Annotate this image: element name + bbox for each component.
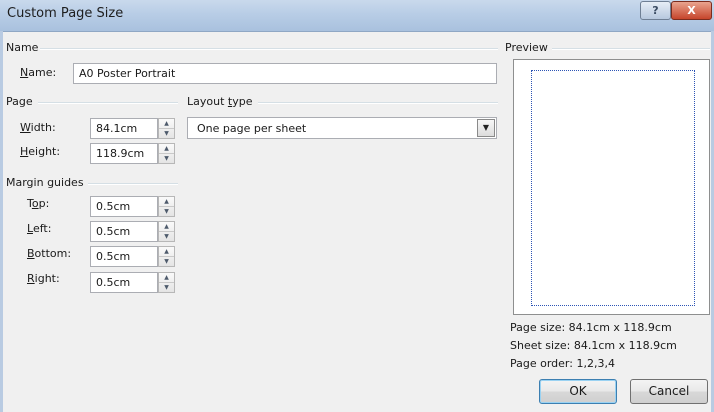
height-input[interactable]: 118.9cm	[90, 143, 158, 164]
spin-up-icon[interactable]: ▲	[159, 144, 174, 154]
layout-group-divider	[258, 102, 498, 104]
left-margin-input[interactable]: 0.5cm	[90, 221, 158, 242]
page-order-info: Page order: 1,2,3,4	[510, 357, 615, 370]
name-group-divider	[40, 48, 498, 50]
margin-guides-header: Margin guides	[6, 176, 84, 189]
bottom-margin-spin-button[interactable]: ▲ ▼	[158, 246, 175, 267]
preview-panel	[513, 59, 710, 315]
name-input[interactable]: A0 Poster Portrait	[73, 63, 497, 84]
spin-up-icon[interactable]: ▲	[159, 222, 174, 232]
width-input[interactable]: 84.1cm	[90, 118, 158, 139]
layout-type-value: One page per sheet	[197, 122, 307, 135]
page-group-divider	[38, 102, 178, 104]
bottom-margin-input[interactable]: 0.5cm	[90, 246, 158, 267]
window-title: Custom Page Size	[7, 6, 124, 21]
close-button[interactable]: X	[671, 1, 712, 20]
spin-down-icon[interactable]: ▼	[159, 257, 174, 266]
name-group-header: Name	[6, 41, 39, 54]
preview-header: Preview	[505, 41, 548, 54]
right-margin-spin-button[interactable]: ▲ ▼	[158, 272, 175, 293]
page-size-info: Page size: 84.1cm x 118.9cm	[510, 321, 672, 334]
width-spin-button[interactable]: ▲ ▼	[158, 118, 175, 139]
spin-up-icon[interactable]: ▲	[159, 247, 174, 257]
ok-button[interactable]: OK	[539, 379, 617, 404]
top-margin-spin-button[interactable]: ▲ ▼	[158, 196, 175, 217]
spin-down-icon[interactable]: ▼	[159, 207, 174, 216]
height-spin-button[interactable]: ▲ ▼	[158, 143, 175, 164]
page-group-header: Page	[6, 95, 33, 108]
height-label: Height:	[20, 145, 61, 158]
sheet-size-info: Sheet size: 84.1cm x 118.9cm	[510, 339, 677, 352]
margin-group-divider	[88, 183, 178, 185]
help-button[interactable]: ?	[640, 1, 671, 20]
bottom-margin-label: Bottom:	[27, 247, 72, 260]
cancel-button[interactable]: Cancel	[630, 379, 708, 404]
spin-up-icon[interactable]: ▲	[159, 197, 174, 207]
layout-type-header: Layout type	[187, 95, 253, 108]
spin-down-icon[interactable]: ▼	[159, 154, 174, 163]
spin-up-icon[interactable]: ▲	[159, 273, 174, 283]
spin-down-icon[interactable]: ▼	[159, 232, 174, 241]
left-margin-label: Left:	[27, 222, 52, 235]
window-frame-left	[0, 31, 3, 412]
preview-page-thumbnail	[531, 70, 695, 306]
right-margin-input[interactable]: 0.5cm	[90, 272, 158, 293]
spin-down-icon[interactable]: ▼	[159, 129, 174, 138]
left-margin-spin-button[interactable]: ▲ ▼	[158, 221, 175, 242]
chevron-down-icon[interactable]: ▼	[477, 119, 495, 137]
preview-divider	[552, 48, 710, 50]
top-margin-label: Top:	[27, 197, 50, 210]
right-margin-label: Right:	[27, 272, 60, 285]
spin-up-icon[interactable]: ▲	[159, 119, 174, 129]
top-margin-input[interactable]: 0.5cm	[90, 196, 158, 217]
title-bar: Custom Page Size ? X	[0, 0, 714, 32]
width-label: Width:	[20, 121, 56, 134]
spin-down-icon[interactable]: ▼	[159, 283, 174, 292]
layout-type-dropdown[interactable]: One page per sheet ▼	[187, 117, 497, 139]
name-label: Name:	[20, 66, 57, 79]
